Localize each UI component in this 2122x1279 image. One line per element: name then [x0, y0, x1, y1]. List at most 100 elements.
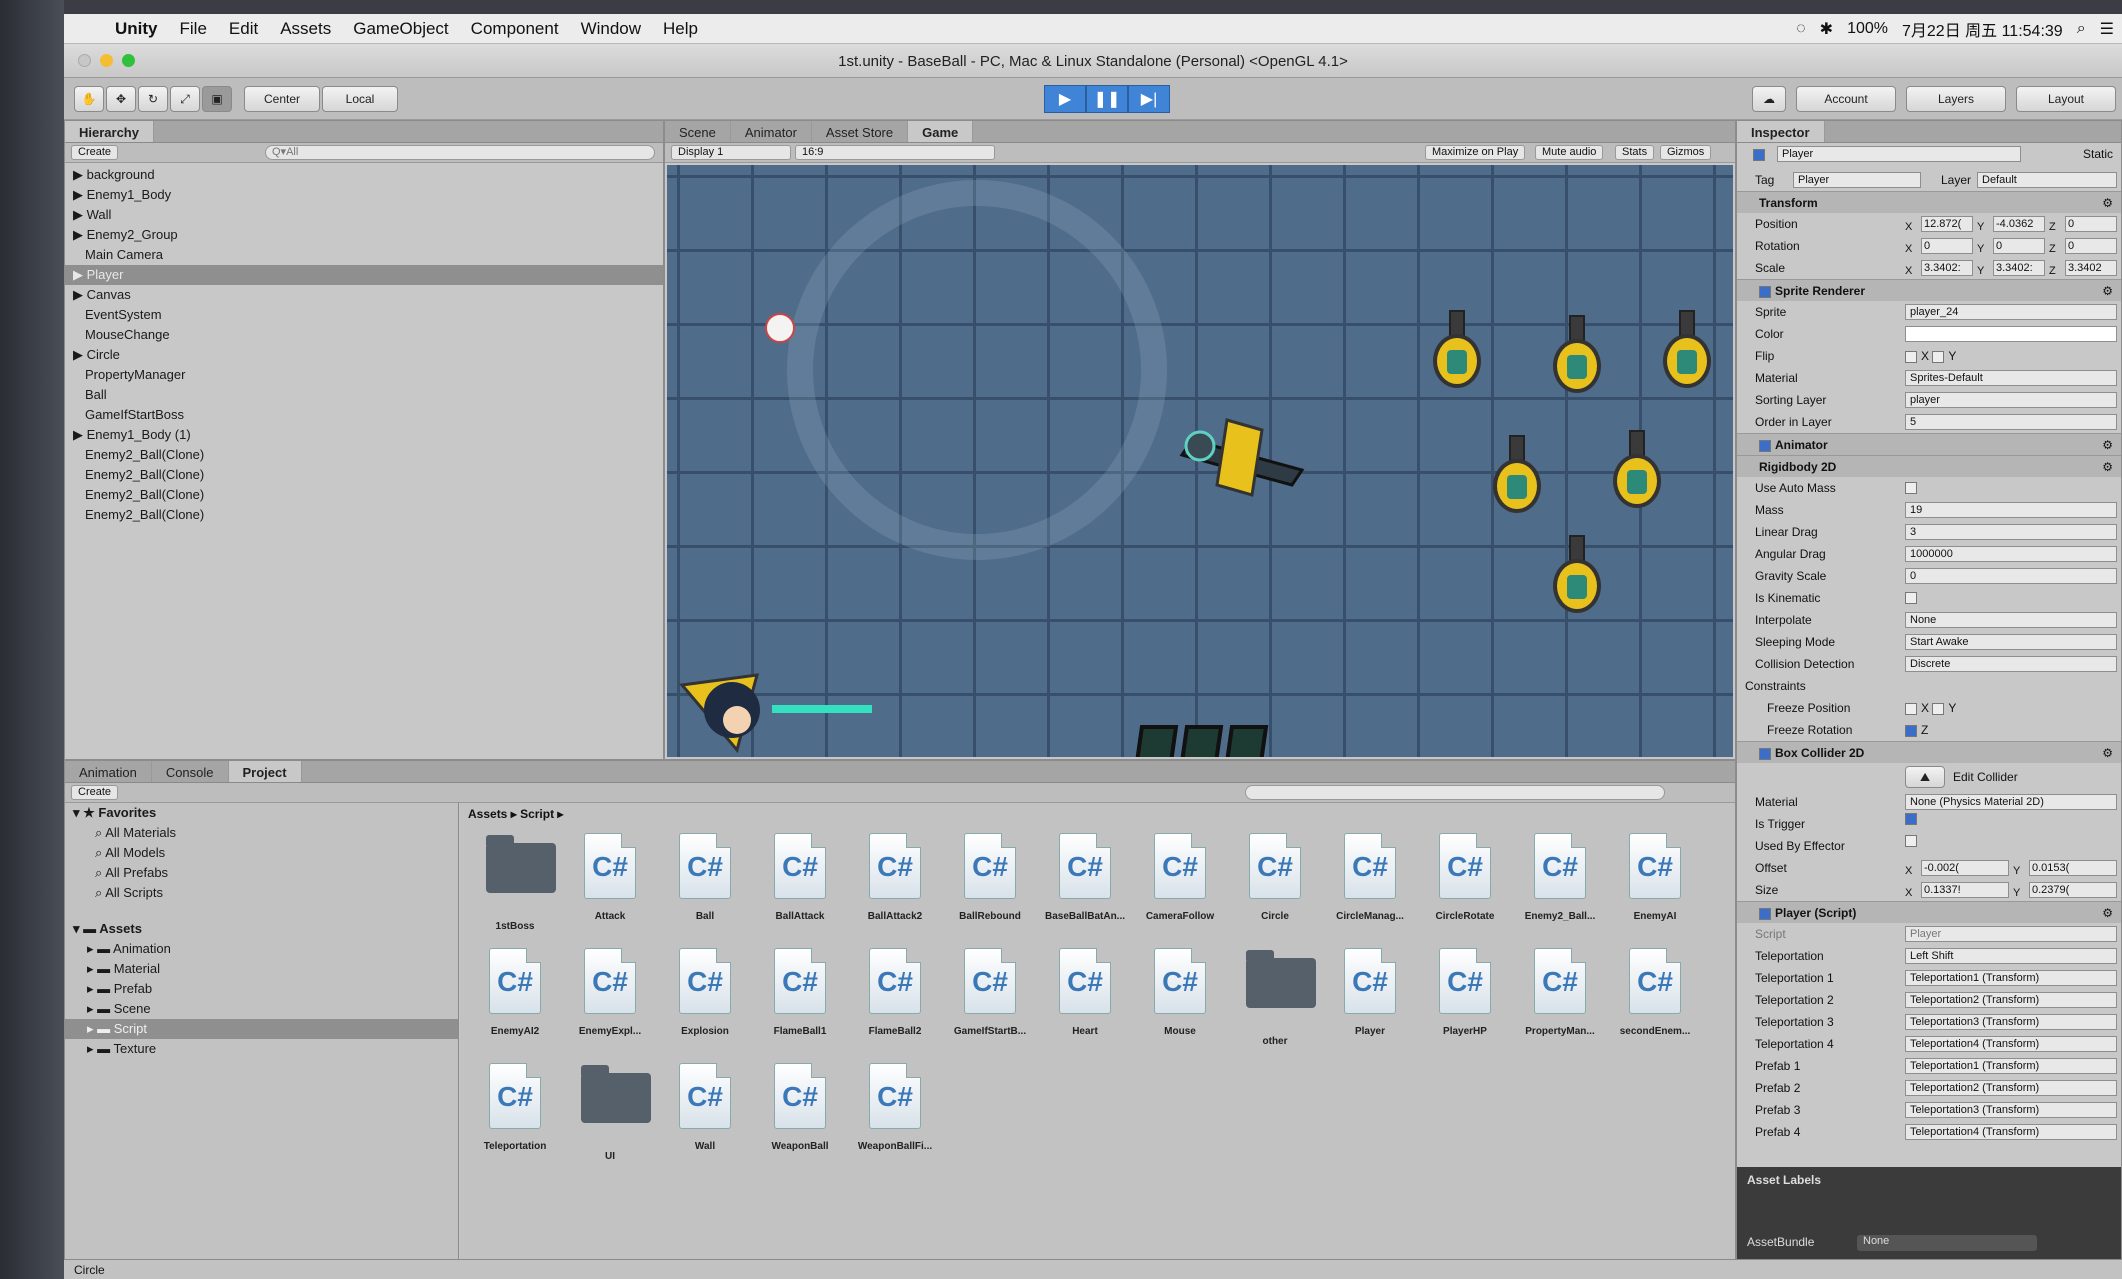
sprite-renderer-component[interactable]: Sprite Renderer ⚙: [1737, 279, 2121, 301]
active-checkbox[interactable]: [1753, 148, 1765, 161]
player-script-row-value[interactable]: Teleportation2 (Transform): [1905, 992, 2117, 1008]
tab-inspector[interactable]: Inspector: [1737, 121, 1825, 142]
asset-item[interactable]: C# Circle: [1230, 833, 1320, 943]
asset-item[interactable]: other: [1230, 948, 1320, 1058]
hierarchy-item[interactable]: ▶ Enemy1_Body: [65, 185, 663, 205]
tab-asset-store[interactable]: Asset Store: [812, 121, 909, 142]
menu-gameobject[interactable]: GameObject: [342, 19, 459, 39]
layers-dropdown[interactable]: Layers: [1906, 86, 2006, 112]
asset-item[interactable]: C# FlameBall1: [755, 948, 845, 1058]
color-swatch[interactable]: [1905, 326, 2117, 342]
hierarchy-item[interactable]: ▶ Player: [65, 265, 663, 285]
tab-animator[interactable]: Animator: [731, 121, 812, 142]
asset-item[interactable]: C# Mouse: [1135, 948, 1225, 1058]
scale-tool-icon[interactable]: ⤢: [170, 86, 200, 112]
scale-x[interactable]: 3.3402:: [1921, 260, 1973, 276]
layer-select[interactable]: Default: [1977, 172, 2117, 188]
aspect-select[interactable]: 16:9: [795, 145, 995, 160]
hierarchy-item[interactable]: EventSystem: [65, 305, 663, 325]
asset-item[interactable]: C# CircleRotate: [1420, 833, 1510, 943]
scale-y[interactable]: 3.3402:: [1993, 260, 2045, 276]
sprite-field[interactable]: player_24: [1905, 304, 2117, 320]
stats-toggle[interactable]: Stats: [1615, 145, 1655, 160]
mute-audio-toggle[interactable]: Mute audio: [1535, 145, 1604, 160]
transform-component[interactable]: Transform ⚙: [1737, 191, 2121, 213]
folder-item[interactable]: ▸ ▬ Material: [65, 959, 458, 979]
menu-help[interactable]: Help: [652, 19, 709, 39]
asset-item[interactable]: C# WeaponBallFi...: [850, 1063, 940, 1173]
favorite-item[interactable]: ⌕ All Prefabs: [65, 863, 458, 883]
favorite-item[interactable]: ⌕ All Materials: [65, 823, 458, 843]
asset-item[interactable]: C# CircleManag...: [1325, 833, 1415, 943]
fold-arrow-icon[interactable]: ▶: [73, 427, 87, 442]
game-viewport[interactable]: [667, 165, 1733, 757]
folder-item[interactable]: ▸ ▬ Texture: [65, 1039, 458, 1059]
menu-component[interactable]: Component: [460, 19, 570, 39]
player-script-checkbox[interactable]: [1759, 907, 1771, 920]
position-y[interactable]: -4.0362: [1993, 216, 2045, 232]
hierarchy-item[interactable]: Main Camera: [65, 245, 663, 265]
tag-select[interactable]: Player: [1793, 172, 1921, 188]
wifi-icon[interactable]: ◌: [1796, 20, 1806, 38]
player-script-row-value[interactable]: Teleportation3 (Transform): [1905, 1102, 2117, 1118]
rigidbody-row-value[interactable]: 1000000: [1905, 546, 2117, 562]
rotation-z[interactable]: 0: [2065, 238, 2117, 254]
asset-item[interactable]: C# secondEnem...: [1610, 948, 1700, 1058]
pause-icon[interactable]: ❚❚: [1086, 85, 1128, 113]
player-script-row-value[interactable]: Left Shift: [1905, 948, 2117, 964]
asset-item[interactable]: C# Teleportation: [470, 1063, 560, 1173]
hierarchy-item[interactable]: Enemy2_Ball(Clone): [65, 505, 663, 525]
favorite-item[interactable]: ⌕ All Models: [65, 843, 458, 863]
favorite-item[interactable]: ⌕ All Scripts: [65, 883, 458, 903]
gear-icon[interactable]: ⚙: [2102, 434, 2113, 456]
asset-item[interactable]: C# BallAttack: [755, 833, 845, 943]
used-by-effector-checkbox[interactable]: [1905, 835, 1917, 847]
asset-item[interactable]: C# Attack: [565, 833, 655, 943]
asset-item[interactable]: C# GameIfStartB...: [945, 948, 1035, 1058]
menu-assets[interactable]: Assets: [269, 19, 342, 39]
player-script-row-value[interactable]: Teleportation1 (Transform): [1905, 970, 2117, 986]
tab-scene[interactable]: Scene: [665, 121, 731, 142]
gear-icon[interactable]: ⚙: [2102, 902, 2113, 924]
rigidbody-row-value[interactable]: None: [1905, 612, 2117, 628]
asset-item[interactable]: C# Ball: [660, 833, 750, 943]
fold-arrow-icon[interactable]: ▶: [73, 267, 87, 282]
tab-game[interactable]: Game: [908, 121, 974, 142]
rigidbody-checkbox[interactable]: [1905, 592, 1917, 604]
size-x[interactable]: 0.1337!: [1921, 882, 2009, 898]
favorites-header[interactable]: ▾ ★ Favorites: [65, 803, 458, 823]
rigidbody-row-value[interactable]: 19: [1905, 502, 2117, 518]
fold-arrow-icon[interactable]: ▶: [73, 347, 87, 362]
menu-window[interactable]: Window: [570, 19, 652, 39]
project-create-button[interactable]: Create: [71, 785, 119, 800]
asset-item[interactable]: C# EnemyAI2: [470, 948, 560, 1058]
hierarchy-item[interactable]: GameIfStartBoss: [65, 405, 663, 425]
collider-material-field[interactable]: None (Physics Material 2D): [1905, 794, 2117, 810]
asset-item[interactable]: 1stBoss: [470, 833, 560, 943]
hierarchy-item[interactable]: PropertyManager: [65, 365, 663, 385]
assetbundle-select[interactable]: None: [1857, 1235, 2037, 1251]
asset-item[interactable]: C# PlayerHP: [1420, 948, 1510, 1058]
hierarchy-item[interactable]: ▶ Wall: [65, 205, 663, 225]
hierarchy-item[interactable]: MouseChange: [65, 325, 663, 345]
player-script-row-value[interactable]: Teleportation1 (Transform): [1905, 1058, 2117, 1074]
hierarchy-item[interactable]: Enemy2_Ball(Clone): [65, 445, 663, 465]
hierarchy-item[interactable]: Enemy2_Ball(Clone): [65, 485, 663, 505]
hierarchy-item[interactable]: Enemy2_Ball(Clone): [65, 465, 663, 485]
spotlight-search-icon[interactable]: ⌕: [2077, 20, 2086, 38]
gear-icon[interactable]: ⚙: [2102, 280, 2113, 302]
position-z[interactable]: 0: [2065, 216, 2117, 232]
asset-item[interactable]: C# WeaponBall: [755, 1063, 845, 1173]
layout-dropdown[interactable]: Layout: [2016, 86, 2116, 112]
rigidbody-checkbox[interactable]: [1905, 482, 1917, 494]
asset-item[interactable]: C# BaseBallBatAn...: [1040, 833, 1130, 943]
fold-arrow-icon[interactable]: ▶: [73, 287, 87, 302]
fold-arrow-icon[interactable]: ▶: [73, 227, 87, 242]
hierarchy-create-button[interactable]: Create: [71, 145, 119, 160]
size-y[interactable]: 0.2379(: [2029, 882, 2117, 898]
folder-item[interactable]: ▸ ▬ Script: [65, 1019, 458, 1039]
animator-checkbox[interactable]: [1759, 439, 1771, 452]
menu-file[interactable]: File: [169, 19, 218, 39]
constraints-label[interactable]: Constraints: [1745, 675, 1806, 697]
tab-hierarchy[interactable]: Hierarchy: [65, 121, 154, 142]
